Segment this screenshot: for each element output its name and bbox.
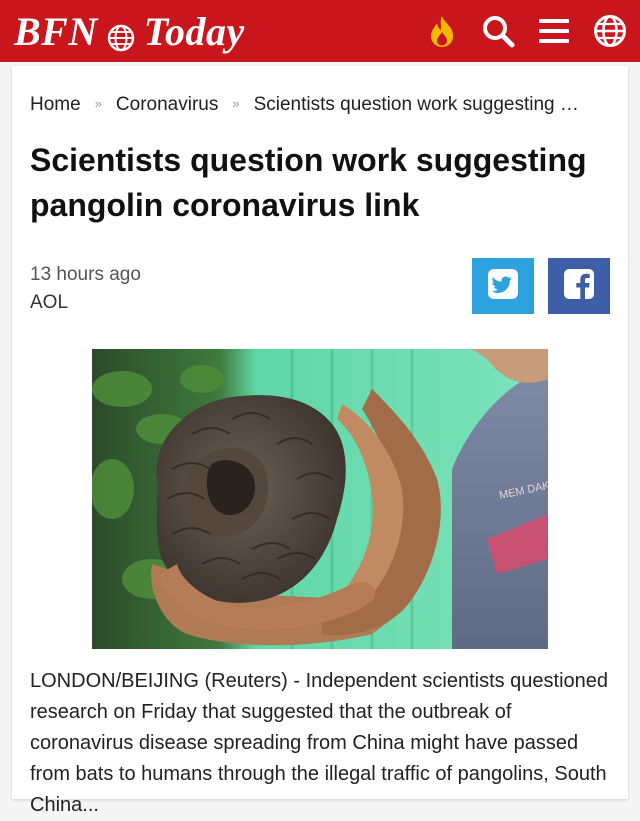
globe-logo-icon <box>106 16 136 52</box>
article-source[interactable]: AOL <box>30 289 141 317</box>
facebook-share-button[interactable] <box>548 258 610 314</box>
twitter-icon <box>486 267 520 306</box>
facebook-icon <box>562 267 596 306</box>
article-timestamp: 13 hours ago <box>30 264 141 285</box>
breadcrumb: Home » Coronavirus » Scientists question wor… <box>30 94 610 116</box>
brand-name-left: BFN <box>14 8 98 54</box>
article-photo: MEM DAK BEDUITAN <box>92 349 548 649</box>
menu-icon[interactable] <box>536 13 572 49</box>
breadcrumb-coronavirus[interactable]: Coronavirus <box>116 94 218 115</box>
article-title: Scientists question work suggesting pang… <box>30 142 587 223</box>
brand-name-right: Today <box>143 8 245 54</box>
breadcrumb-separator: » <box>94 96 102 111</box>
breadcrumb-home[interactable]: Home <box>30 94 81 115</box>
search-icon[interactable] <box>480 13 516 49</box>
breadcrumb-current: Scientists question work suggesting … <box>253 94 579 115</box>
twitter-share-button[interactable] <box>472 258 534 314</box>
article-meta: 13 hours ago AOL <box>30 261 141 317</box>
globe-icon[interactable] <box>592 13 628 49</box>
site-header: BFN Today <box>0 0 640 62</box>
site-logo[interactable]: BFN Today <box>14 8 245 55</box>
article-card: Home » Coronavirus » Scientists question wor… <box>12 66 628 816</box>
breadcrumb-separator: » <box>232 96 240 111</box>
article-body: LONDON/BEIJING (Reuters) - Independent s… <box>30 670 609 816</box>
flame-icon[interactable] <box>424 13 460 49</box>
